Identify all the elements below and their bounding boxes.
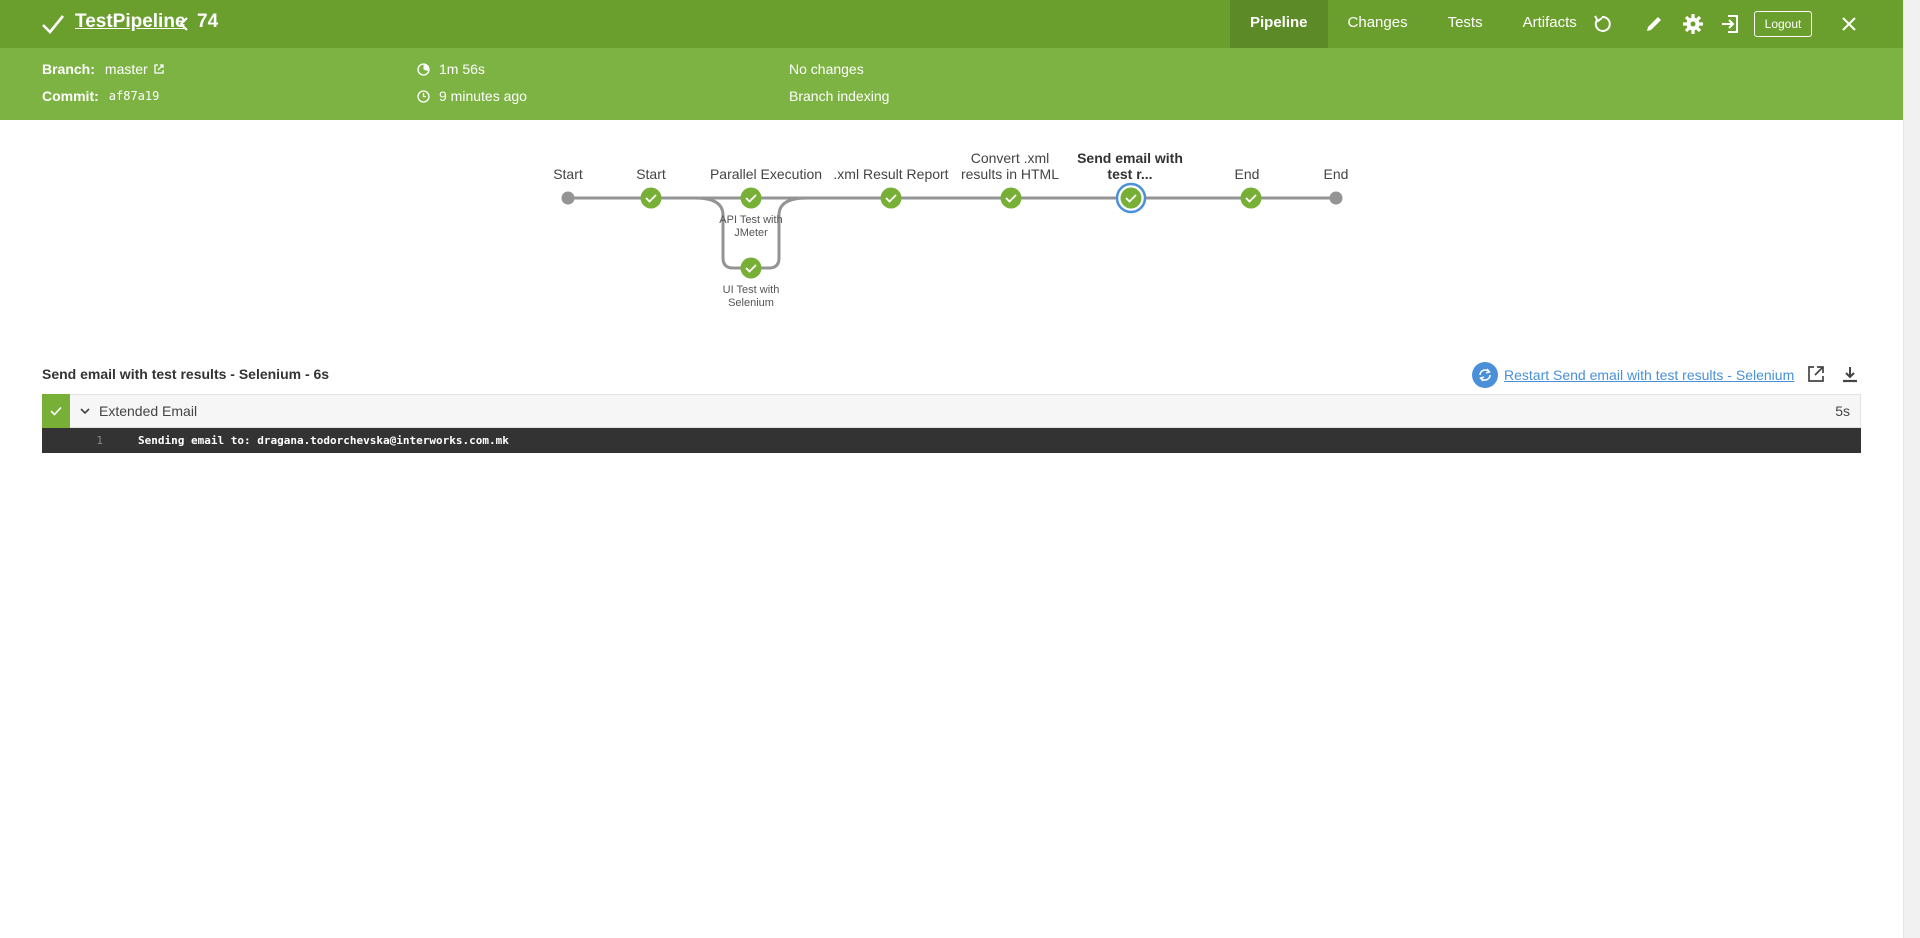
tab-pipeline[interactable]: Pipeline bbox=[1230, 0, 1328, 48]
branch-label-api-line2: JMeter bbox=[734, 227, 768, 239]
node-end-2 bbox=[1329, 191, 1343, 205]
node-parallel-api[interactable] bbox=[740, 187, 762, 209]
step-title: Send email with test results - Selenium … bbox=[42, 366, 330, 382]
branch-label-ui-line2: Selenium bbox=[728, 297, 774, 309]
node-end[interactable] bbox=[1240, 187, 1262, 209]
step-name: Extended Email bbox=[99, 403, 198, 419]
duration-info: 1m 56s bbox=[417, 61, 485, 77]
chevron-down-icon[interactable] bbox=[79, 405, 91, 417]
log-output: 1 Sending email to: dragana.todorchevska… bbox=[42, 428, 1861, 453]
vertical-scrollbar[interactable] bbox=[1903, 0, 1920, 938]
node-start-2[interactable] bbox=[640, 187, 662, 209]
commit-info: Commit: af87a19 bbox=[42, 88, 159, 104]
restart-stage-label[interactable]: Restart Send email with test results - S… bbox=[1504, 367, 1794, 383]
branch-label-api-line1: API Test with bbox=[719, 214, 783, 226]
tab-changes[interactable]: Changes bbox=[1328, 0, 1428, 48]
commit-label: Commit: bbox=[42, 88, 99, 104]
branch-label-ui: UI Test with Selenium bbox=[706, 284, 796, 310]
node-convert[interactable] bbox=[1000, 187, 1022, 209]
external-link-icon[interactable] bbox=[153, 63, 165, 75]
logout-button[interactable]: Logout bbox=[1754, 11, 1812, 37]
step-row-extended-email[interactable]: Extended Email 5s bbox=[42, 393, 1861, 428]
exit-icon[interactable] bbox=[1719, 13, 1741, 35]
pipeline-graph: Start Start Parallel Execution .xml Resu… bbox=[520, 140, 1370, 320]
duration-value: 1m 56s bbox=[439, 61, 485, 77]
cause-info: Branch indexing bbox=[789, 88, 889, 104]
node-xml-report[interactable] bbox=[880, 187, 902, 209]
gear-icon[interactable] bbox=[1682, 13, 1704, 35]
commit-value: af87a19 bbox=[108, 89, 160, 103]
open-external-icon[interactable] bbox=[1806, 364, 1826, 384]
restart-icon[interactable] bbox=[1472, 362, 1498, 388]
node-parallel-ui[interactable] bbox=[740, 257, 762, 279]
top-header: TestPipeline 74 Pipeline Changes Tests A… bbox=[0, 0, 1903, 48]
success-check-icon bbox=[42, 15, 65, 34]
node-send-email-selected[interactable] bbox=[1115, 182, 1147, 214]
pipeline-name-link[interactable]: TestPipeline bbox=[75, 11, 186, 33]
restart-stage-button[interactable]: Restart Send email with test results - S… bbox=[1472, 362, 1794, 388]
changes-info: No changes bbox=[789, 61, 864, 77]
duration-icon bbox=[417, 62, 430, 76]
cause-value: Branch indexing bbox=[789, 88, 890, 104]
branch-value[interactable]: master bbox=[105, 61, 148, 77]
pipeline-nodes bbox=[561, 182, 1343, 279]
time-ago-value: 9 minutes ago bbox=[439, 88, 527, 104]
tab-artifacts[interactable]: Artifacts bbox=[1503, 0, 1597, 48]
rerun-icon[interactable] bbox=[1591, 13, 1613, 35]
download-icon[interactable] bbox=[1840, 364, 1860, 384]
run-number: 74 bbox=[197, 11, 219, 32]
branch-label-api: API Test with JMeter bbox=[706, 214, 796, 240]
edit-icon[interactable] bbox=[1643, 13, 1665, 35]
branch-label: Branch: bbox=[42, 61, 95, 77]
step-success-icon bbox=[42, 393, 70, 428]
nav-tabs: Pipeline Changes Tests Artifacts bbox=[1230, 0, 1597, 48]
branch-info: Branch: master bbox=[42, 61, 165, 77]
log-line-number[interactable]: 1 bbox=[42, 434, 138, 447]
clock-icon bbox=[417, 89, 430, 103]
chevron-left-icon[interactable] bbox=[178, 14, 190, 34]
changes-value: No changes bbox=[789, 61, 864, 77]
time-info: 9 minutes ago bbox=[417, 88, 527, 104]
step-duration: 5s bbox=[1835, 403, 1850, 419]
run-info-bar: Branch: master Commit: af87a19 1m 56s 9 … bbox=[0, 48, 1903, 120]
branch-label-ui-line1: UI Test with bbox=[722, 284, 780, 296]
close-icon[interactable] bbox=[1838, 13, 1860, 35]
node-start bbox=[561, 191, 575, 205]
tab-tests[interactable]: Tests bbox=[1428, 0, 1503, 48]
log-line-text: Sending email to: dragana.todorchevska@i… bbox=[138, 434, 509, 447]
